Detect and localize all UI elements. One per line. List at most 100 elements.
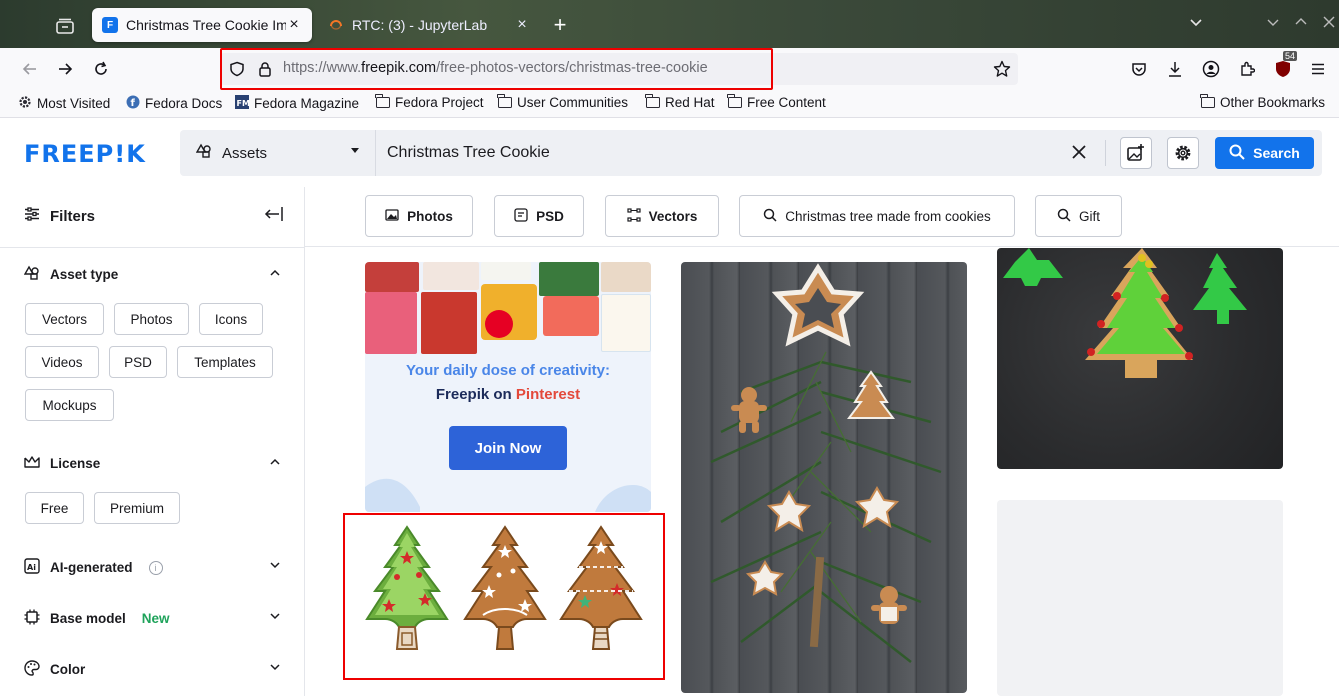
chip-free[interactable]: Free [25, 492, 84, 524]
window-close-icon[interactable] [1322, 14, 1336, 36]
palette-icon [24, 660, 40, 679]
chip-premium[interactable]: Premium [94, 492, 180, 524]
downloads-icon[interactable] [1163, 57, 1187, 81]
filters-sidebar: Filters Asset type Vectors Photos Icons … [0, 187, 305, 696]
hamburger-menu-icon[interactable] [1306, 57, 1330, 81]
pocket-icon[interactable] [1127, 57, 1151, 81]
info-icon[interactable]: i [148, 560, 163, 575]
related-psd[interactable]: PSD [494, 195, 584, 237]
promo-pinterest: Pinterest [515, 386, 581, 403]
join-now-button[interactable]: Join Now [449, 426, 567, 470]
cookie-trees-illustration-card[interactable] [343, 513, 665, 680]
folder-icon [645, 94, 660, 108]
related-photos[interactable]: Photos [365, 195, 473, 237]
promo-headline: Your daily dose of creativity: [406, 362, 610, 379]
section-title: Asset type [50, 267, 119, 282]
related-label: Gift [1078, 208, 1100, 224]
svg-text:f: f [131, 98, 136, 109]
section-title: License [50, 456, 101, 471]
promo-subline: Freepik on Pinterest [365, 386, 651, 403]
vector-icon [627, 207, 641, 225]
green-tree-cookie-photo-card[interactable] [997, 248, 1283, 469]
folder-icon [1200, 94, 1215, 108]
bookmark-star-icon[interactable] [993, 60, 1011, 81]
folder-icon [497, 94, 512, 108]
tab-jupyterlab[interactable]: RTC: (3) - JupyterLab × [318, 8, 540, 42]
freepik-logo[interactable]: FREEP!K [24, 140, 146, 168]
bookmark-label: Other Bookmarks [1220, 95, 1326, 110]
minimize-icon[interactable] [1266, 14, 1280, 36]
assets-dropdown[interactable]: Assets [180, 130, 376, 176]
chip-vectors[interactable]: Vectors [25, 303, 104, 335]
forward-arrow-icon[interactable] [53, 57, 77, 81]
chevron-up-icon[interactable] [270, 267, 280, 281]
tab-overview-icon[interactable] [52, 14, 78, 38]
section-license[interactable]: License [24, 455, 100, 472]
pinterest-promo-card[interactable]: Your daily dose of creativity: Freepik o… [365, 262, 651, 512]
section-ai-generated[interactable]: Ai AI-generated i [24, 558, 163, 577]
chip-icon [24, 609, 40, 628]
tab-freepik[interactable]: F Christmas Tree Cookie Ima × [92, 8, 312, 42]
chip-icons[interactable]: Icons [199, 303, 263, 335]
cookies-photo-image [710, 263, 942, 663]
chip-psd[interactable]: PSD [109, 346, 167, 378]
crown-icon [24, 455, 40, 472]
chip-photos[interactable]: Photos [114, 303, 189, 335]
chip-mockups[interactable]: Mockups [25, 389, 114, 421]
account-icon[interactable] [1199, 57, 1223, 81]
tab-title: RTC: (3) - JupyterLab [352, 17, 488, 33]
green-cookie-photo-image [1003, 248, 1247, 378]
settings-gear-icon[interactable] [1167, 137, 1199, 169]
list-all-tabs-icon[interactable] [1188, 14, 1204, 36]
bookmark-most-visited[interactable]: Most Visited [18, 95, 110, 112]
folder-icon [727, 94, 742, 108]
close-icon[interactable]: × [514, 17, 530, 33]
section-base-model[interactable]: Base model New [24, 609, 170, 628]
related-gift[interactable]: Gift [1035, 195, 1122, 237]
chevron-down-icon[interactable] [270, 610, 280, 624]
back-arrow-icon[interactable] [18, 57, 42, 81]
gear-icon [18, 95, 32, 112]
related-label: Christmas tree made from cookies [785, 208, 991, 224]
gingerbread-photo-card[interactable] [681, 262, 967, 693]
section-color[interactable]: Color [24, 660, 85, 679]
filters-title: Filters [50, 207, 96, 225]
maximize-icon[interactable] [1294, 14, 1308, 36]
chip-videos[interactable]: Videos [25, 346, 99, 378]
related-christmas-tree-cookies[interactable]: Christmas tree made from cookies [739, 195, 1015, 237]
bookmark-user-communities[interactable]: User Communities [497, 94, 629, 110]
close-icon[interactable]: × [286, 17, 302, 33]
chevron-up-icon[interactable] [270, 456, 280, 470]
collapse-sidebar-icon[interactable] [264, 206, 284, 227]
jupyter-favicon-icon [328, 17, 344, 33]
divider [1105, 140, 1106, 166]
site-header: FREEP!K Assets Search [0, 119, 1339, 187]
chevron-down-icon[interactable] [270, 661, 280, 675]
promo-collage-image [365, 262, 651, 354]
bookmark-label: Most Visited [37, 96, 111, 111]
bookmark-label: Fedora Docs [145, 96, 223, 111]
bookmark-label: User Communities [517, 95, 629, 110]
bookmark-label: Red Hat [665, 95, 715, 110]
bookmark-fedora-docs[interactable]: f Fedora Docs [126, 95, 222, 112]
ublock-icon[interactable]: 54 [1271, 51, 1298, 81]
image-search-icon[interactable] [1120, 137, 1152, 169]
chevron-down-icon[interactable] [270, 559, 280, 573]
reload-icon[interactable] [89, 57, 113, 81]
search-button[interactable]: Search [1215, 137, 1314, 169]
extensions-icon[interactable] [1235, 57, 1259, 81]
extension-badge: 54 [1283, 51, 1298, 61]
search-input[interactable] [387, 144, 1067, 162]
bookmark-fedora-magazine[interactable]: FM Fedora Magazine [235, 95, 359, 112]
bookmark-free-content[interactable]: Free Content [727, 94, 826, 110]
bookmark-other-bookmarks[interactable]: Other Bookmarks [1200, 94, 1326, 110]
chip-templates[interactable]: Templates [177, 346, 273, 378]
bookmark-fedora-project[interactable]: Fedora Project [375, 94, 484, 110]
clear-search-icon[interactable] [1072, 141, 1086, 163]
related-vectors[interactable]: Vectors [605, 195, 719, 237]
section-asset-type[interactable]: Asset type [23, 265, 119, 284]
url-highlight-box [220, 48, 773, 90]
new-tab-icon[interactable]: + [550, 14, 570, 36]
related-label: PSD [536, 208, 564, 224]
bookmark-red-hat[interactable]: Red Hat [645, 94, 715, 110]
